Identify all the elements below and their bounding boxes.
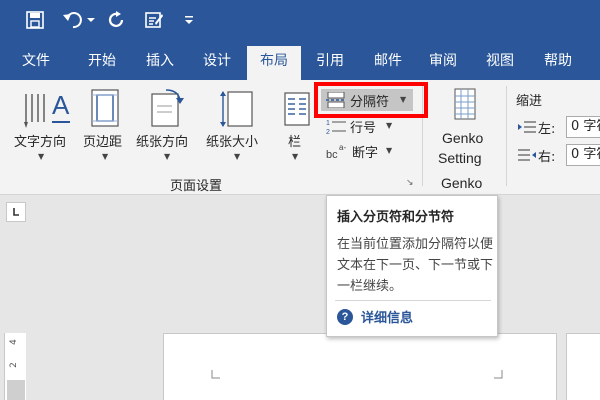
svg-text:1: 1	[326, 120, 330, 127]
chevron-down-icon: ▼	[102, 152, 109, 161]
chevron-down-icon: ▼	[234, 152, 241, 161]
chevron-down-icon: ▼	[386, 121, 393, 130]
redo-icon[interactable]	[106, 8, 128, 32]
save-icon[interactable]	[24, 8, 46, 32]
tooltip-title: 插入分页符和分节符	[337, 210, 455, 225]
size-label: 纸张大小	[206, 135, 259, 150]
indent-right-input[interactable]: 0 字符	[566, 144, 600, 166]
breaks-tooltip: 插入分页符和分节符 在当前位置添加分隔符以便文本在下一页、下一节或下一栏继续。 …	[326, 195, 498, 337]
text-direction-button[interactable]: A 文字方向 ▼	[8, 84, 78, 166]
svg-text:A: A	[52, 90, 70, 120]
tab-layout[interactable]: 布局	[247, 46, 301, 80]
margin-corner-mark	[494, 370, 503, 379]
text-direction-icon: A	[24, 90, 70, 128]
tooltip-description: 在当前位置添加分隔符以便文本在下一页、下一节或下一栏继续。	[337, 237, 494, 294]
tab-insert[interactable]: 插入	[132, 46, 188, 80]
indent-left-label: 左:	[538, 122, 556, 137]
svg-text:bc: bc	[326, 149, 338, 160]
ruler-margin-shade	[7, 380, 25, 400]
orientation-button[interactable]: 纸张方向 ▼	[134, 84, 200, 166]
indent-right-icon	[518, 149, 536, 161]
margin-corner-mark	[211, 370, 220, 379]
chevron-down-icon: ▼	[38, 152, 45, 161]
hyphenation-icon: bc a-	[326, 143, 346, 160]
chevron-down-icon: ▼	[292, 152, 299, 161]
columns-label: 栏	[288, 135, 302, 150]
margins-button[interactable]: 页边距 ▼	[80, 84, 132, 166]
genko-setting-button[interactable]: Genko Setting	[430, 84, 498, 166]
ruler-number: 4	[8, 339, 19, 345]
orientation-icon	[151, 89, 184, 127]
indent-right-label: 右:	[538, 150, 556, 165]
document-page-next[interactable]	[566, 333, 600, 400]
tooltip-divider	[335, 300, 491, 301]
breaks-highlight-box	[314, 82, 428, 118]
tab-help[interactable]: 帮助	[530, 46, 586, 80]
line-numbers-button[interactable]: 1 2 行号 ▼	[322, 115, 402, 137]
indent-left-input[interactable]: 0 字符	[566, 116, 600, 138]
svg-text:a-: a-	[339, 143, 346, 152]
tab-mailings[interactable]: 邮件	[360, 46, 416, 80]
genko-setting-label-line2: Setting	[438, 150, 482, 166]
ruler-number: 2	[8, 362, 19, 368]
tooltip-help-label: 详细信息	[361, 311, 414, 326]
indent-label: 缩进	[516, 94, 543, 109]
orientation-label: 纸张方向	[136, 135, 189, 150]
margins-label: 页边距	[83, 135, 123, 150]
columns-icon	[284, 92, 310, 126]
page-setup-group-label: 页面设置	[170, 179, 223, 194]
quick-access-toolbar	[0, 0, 600, 40]
tab-review[interactable]: 审阅	[415, 46, 471, 80]
genko-icon	[454, 88, 476, 120]
tab-view[interactable]: 视图	[472, 46, 528, 80]
group-separator	[506, 86, 507, 186]
genko-group-label: Genko	[441, 175, 483, 191]
customize-qat-icon[interactable]	[182, 8, 196, 32]
text-direction-label: 文字方向	[14, 135, 67, 150]
touch-mode-icon[interactable]	[142, 8, 166, 32]
tab-home[interactable]: 开始	[74, 46, 130, 80]
margins-icon	[91, 89, 119, 127]
dialog-launcher-icon[interactable]: ↘	[406, 178, 414, 188]
tab-file[interactable]: 文件	[8, 46, 64, 80]
size-button[interactable]: 纸张大小 ▼	[204, 84, 270, 166]
undo-icon[interactable]	[60, 8, 96, 32]
genko-setting-label-line1: Genko	[442, 130, 484, 146]
hyphenation-button[interactable]: bc a- 断字 ▼	[322, 140, 402, 162]
line-numbers-icon: 1 2	[326, 120, 346, 135]
columns-button[interactable]: 栏 ▼	[278, 84, 314, 166]
vertical-ruler: 2 4	[4, 333, 26, 400]
svg-text:2: 2	[326, 129, 330, 135]
tooltip-help-link[interactable]: ? 详细信息	[337, 307, 413, 326]
line-numbers-label: 行号	[350, 121, 377, 136]
ribbon-tabs: 文件 开始 插入 设计 布局 引用 邮件 审阅 视图 帮助	[0, 40, 600, 80]
document-page[interactable]	[163, 333, 557, 400]
indent-left-icon	[518, 121, 536, 133]
ribbon-panel: A 文字方向 ▼ 页边距 ▼ 纸张方向 ▼ 纸张大小 ▼ 栏 ▼ 分隔符 ▼ 1…	[0, 80, 600, 195]
chevron-down-icon: ▼	[164, 152, 171, 161]
tab-references[interactable]: 引用	[302, 46, 358, 80]
tab-selector[interactable]	[6, 202, 26, 222]
chevron-down-icon: ▼	[386, 146, 393, 155]
tab-design[interactable]: 设计	[189, 46, 245, 80]
help-icon: ?	[337, 308, 353, 325]
hyphenation-label: 断字	[352, 146, 379, 161]
size-icon	[220, 91, 253, 127]
left-tab-icon	[13, 208, 19, 216]
